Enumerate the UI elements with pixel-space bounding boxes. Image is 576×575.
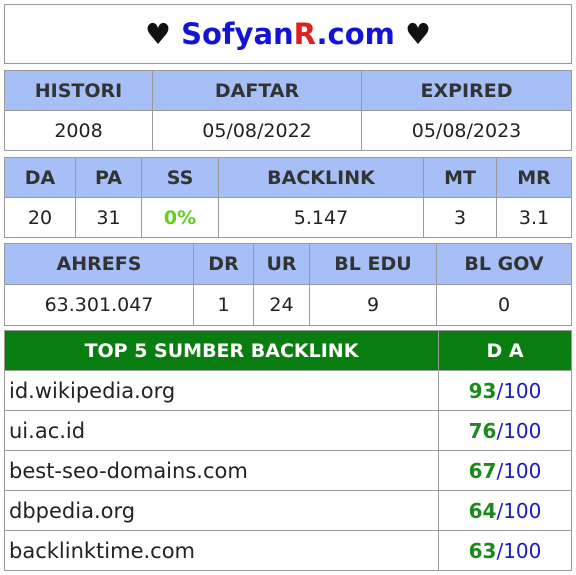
header-expired: EXPIRED <box>361 70 572 111</box>
value-ahrefs: 63.301.047 <box>4 284 194 326</box>
header-da: DA <box>4 157 76 198</box>
header-mt: MT <box>423 157 497 198</box>
backlink-da: 63/100 <box>438 530 572 571</box>
value-mt: 3 <box>423 197 497 238</box>
header-pa: PA <box>75 157 142 198</box>
value-bl-edu: 9 <box>309 284 437 326</box>
backlink-da: 64/100 <box>438 490 572 531</box>
value-expired: 05/08/2023 <box>361 110 572 151</box>
header-bl-gov: BL GOV <box>436 243 572 285</box>
top-backlinks-table: TOP 5 SUMBER BACKLINK D A id.wikipedia.o… <box>4 330 572 571</box>
heart-icon: ♥ <box>145 17 171 51</box>
heart-icon: ♥ <box>405 17 431 51</box>
header-dr: DR <box>193 243 254 285</box>
header-ss: SS <box>141 157 219 198</box>
backlink-da: 93/100 <box>438 370 572 411</box>
value-bl-gov: 0 <box>436 284 572 326</box>
brand-accent: R <box>293 17 317 51</box>
header-histori: HISTORI <box>4 70 153 111</box>
value-ss: 0% <box>141 197 219 238</box>
backlink-da: 76/100 <box>438 410 572 451</box>
value-mr: 3.1 <box>496 197 572 238</box>
brand-tail: .com <box>316 17 395 51</box>
backlink-site: backlinktime.com <box>4 530 439 571</box>
table-row: dbpedia.org 64/100 <box>4 490 572 531</box>
backlink-da: 67/100 <box>438 450 572 491</box>
site-title-box: ♥ SofyanR.com ♥ <box>4 4 572 64</box>
domain-info-table: HISTORI DAFTAR EXPIRED 2008 05/08/2022 0… <box>4 70 572 151</box>
table-row: id.wikipedia.org 93/100 <box>4 370 572 411</box>
backlink-site: id.wikipedia.org <box>4 370 439 411</box>
ahrefs-table: AHREFS DR UR BL EDU BL GOV 63.301.047 1 … <box>4 243 572 326</box>
header-da-score: D A <box>438 330 572 371</box>
header-ur: UR <box>253 243 310 285</box>
header-top-sources: TOP 5 SUMBER BACKLINK <box>4 330 439 371</box>
value-pa: 31 <box>75 197 142 238</box>
value-daftar: 05/08/2022 <box>152 110 362 151</box>
table-row: backlinktime.com 63/100 <box>4 530 572 571</box>
value-backlink: 5.147 <box>218 197 424 238</box>
table-row: ui.ac.id 76/100 <box>4 410 572 451</box>
header-mr: MR <box>496 157 572 198</box>
value-histori: 2008 <box>4 110 153 151</box>
header-backlink: BACKLINK <box>218 157 424 198</box>
value-dr: 1 <box>193 284 254 326</box>
table-row: best-seo-domains.com 67/100 <box>4 450 572 491</box>
spam-score-percent: 0% <box>163 206 197 229</box>
backlink-site: ui.ac.id <box>4 410 439 451</box>
header-daftar: DAFTAR <box>152 70 362 111</box>
value-ur: 24 <box>253 284 310 326</box>
value-da: 20 <box>4 197 76 238</box>
header-ahrefs: AHREFS <box>4 243 194 285</box>
brand-main: Sofyan <box>181 17 294 51</box>
header-bl-edu: BL EDU <box>309 243 437 285</box>
site-title: ♥ SofyanR.com ♥ <box>4 4 572 64</box>
backlink-site: best-seo-domains.com <box>4 450 439 491</box>
backlink-site: dbpedia.org <box>4 490 439 531</box>
metrics-table: DA PA SS BACKLINK MT MR 20 31 0% 5.147 3… <box>4 157 572 238</box>
